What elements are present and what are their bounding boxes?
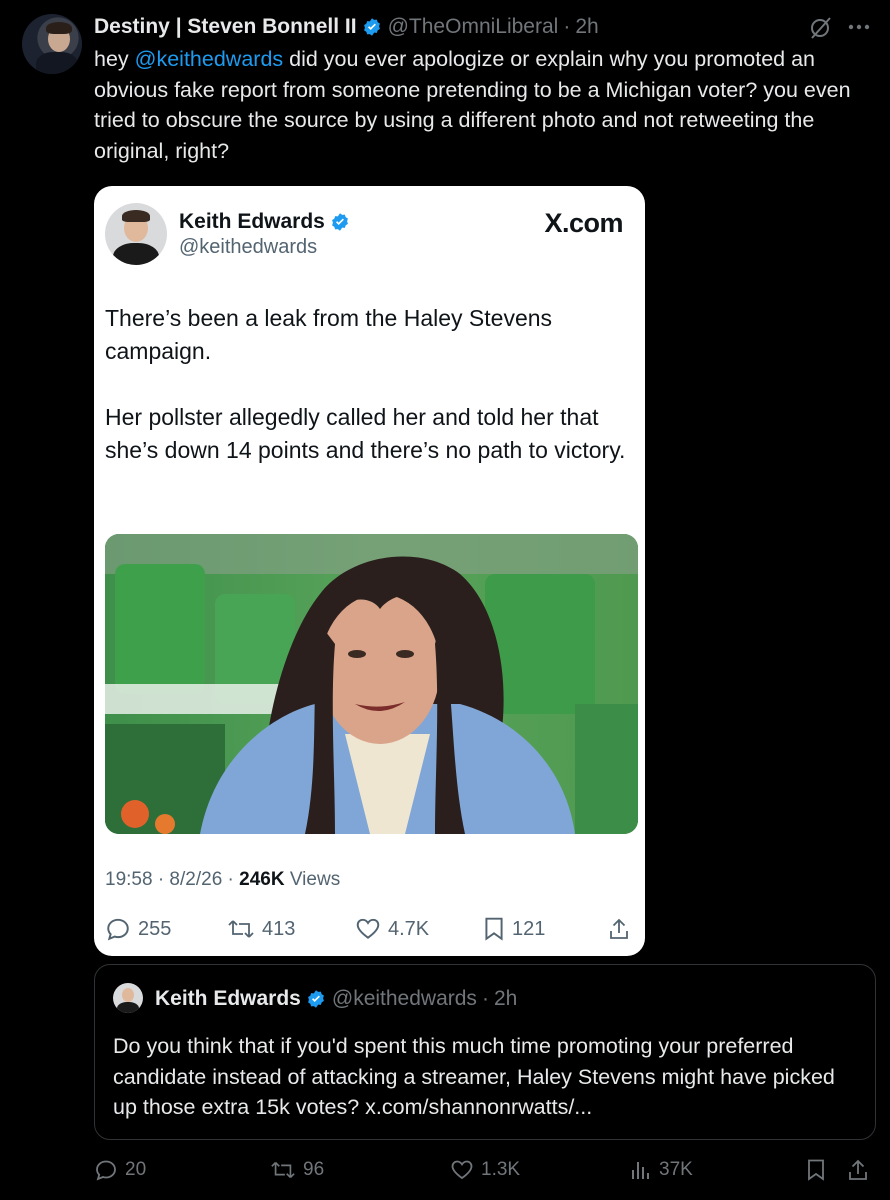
embedded-action-bar: 255 413 4.7K 121 [105,914,635,944]
author-handle[interactable]: @TheOmniLiberal [388,15,559,39]
embedded-like-count: 4.7K [388,917,430,940]
bookmark-button[interactable] [806,1158,826,1182]
tweet-header-icons [808,14,870,40]
quoted-author-handle: @keithedwards [331,987,477,1010]
embedded-paragraph-2: Her pollster allegedly called her and to… [105,404,626,463]
quoted-text: Do you think that if you'd spent this mu… [113,1034,835,1119]
avatar-body [36,52,78,74]
embedded-tweet-body: There’s been a leak from the Haley Steve… [105,302,635,500]
repost-button[interactable]: 96 [270,1158,324,1182]
embedded-repost-count: 413 [262,917,296,940]
embedded-photo [105,534,638,834]
embedded-views-label: Views [284,869,341,890]
tweet-time[interactable]: 2h [575,15,598,39]
repost-icon [227,916,255,942]
embedded-reply: 255 [105,916,171,942]
views-button[interactable]: 37K [630,1158,693,1182]
repost-count: 96 [303,1159,325,1180]
views-count: 37K [659,1159,693,1180]
quoted-header: Keith Edwards @keithedwards · 2h [155,987,517,1011]
views-chart-icon [630,1158,652,1182]
embedded-share [607,916,631,942]
mention-link[interactable]: @keithedwards [135,47,284,71]
avatar-hair [46,22,72,34]
embedded-bookmark: 121 [483,916,545,942]
share-icon [846,1158,870,1182]
embedded-repost: 413 [227,916,295,942]
share-icon [607,916,631,942]
embedded-reply-count: 255 [138,917,172,940]
tweet-text: hey @keithedwards did you ever apologize… [94,44,884,166]
separator-dot: · [563,15,571,38]
tweet-header: Destiny | Steven Bonnell II @TheOmniLibe… [94,14,870,40]
verified-badge-icon [330,212,350,232]
embedded-meta: 19:58 · 8/2/26 · 246K Views [105,869,340,891]
quoted-author-name: Keith Edwards [155,987,301,1010]
like-button[interactable]: 1.3K [450,1158,520,1182]
embedded-bookmark-count: 121 [512,917,546,940]
verified-badge-icon [362,17,382,37]
site-logo-text: X.com [544,208,623,238]
tweet-action-bar: 20 96 1.3K 37K [94,1158,874,1188]
avatar-face [122,988,134,1002]
bookmark-icon [483,916,505,942]
verified-badge-icon [306,989,326,1009]
repost-icon [270,1158,296,1182]
embedded-views-count: 246K [239,869,285,890]
embedded-author-name: Keith Edwards [179,210,325,233]
embedded-timestamp: 19:58 · 8/2/26 · [105,869,240,890]
quoted-time: 2h [493,987,518,1010]
author-avatar[interactable] [22,14,82,74]
avatar-body [117,1002,139,1013]
author-display-name[interactable]: Destiny | Steven Bonnell II [94,15,357,39]
tweet-text-prefix: hey [94,47,135,71]
separator-dot: · [481,987,489,1010]
reply-count: 20 [125,1159,147,1180]
avatar-body [113,243,159,265]
embedded-author-handle: @keithedwards [179,236,318,258]
embedded-author-avatar [105,203,167,265]
avatar-hair [122,210,150,222]
embedded-like: 4.7K [355,916,429,942]
reply-button[interactable]: 20 [94,1158,146,1182]
embedded-tweet-card[interactable]: Keith Edwards @keithedwards X.com There’… [94,186,645,956]
grok-icon[interactable] [808,14,834,40]
heart-icon [450,1158,474,1182]
embedded-author-name-row: Keith Edwards [179,210,356,234]
bookmark-icon [806,1158,826,1182]
reply-icon [105,916,131,942]
heart-icon [355,916,381,942]
share-button[interactable] [846,1158,870,1182]
like-count: 1.3K [481,1159,521,1180]
more-options-icon[interactable] [848,24,870,30]
reply-icon [94,1158,118,1182]
quoted-tweet[interactable]: Keith Edwards @keithedwards · 2h Do you … [94,964,876,1140]
quoted-author-avatar [113,983,143,1013]
embedded-paragraph-1: There’s been a leak from the Haley Steve… [105,305,553,364]
